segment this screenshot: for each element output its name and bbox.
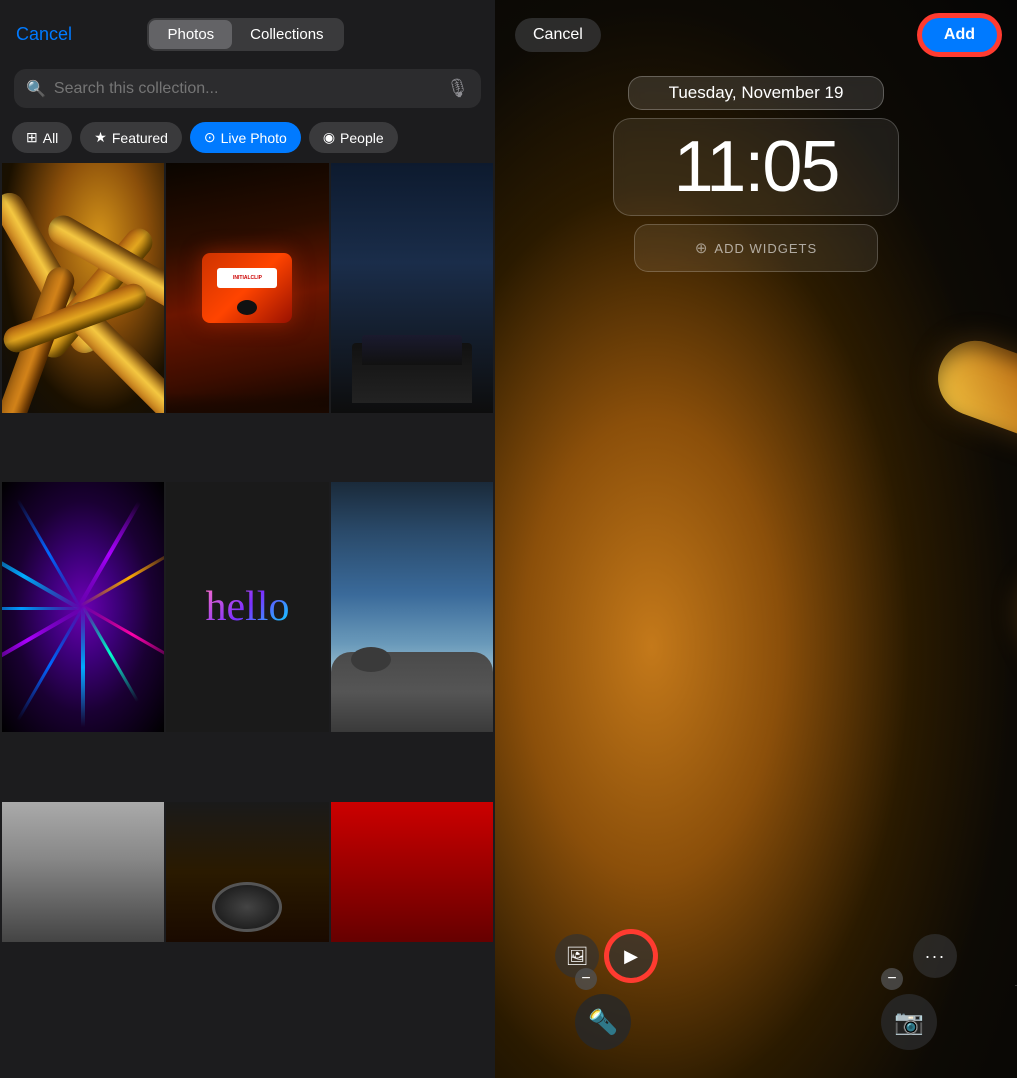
photo-grid: INITIALCLIP [0, 163, 495, 1078]
tab-segment-control: Photos Collections [147, 18, 343, 51]
play-icon: ▶ [624, 946, 638, 967]
photo-item-6[interactable] [331, 482, 493, 732]
photo-item-9[interactable] [331, 802, 493, 942]
filter-live-photo[interactable]: ⊙ Live Photo [190, 122, 301, 153]
picker-top-bar: Cancel Photos Collections [0, 0, 495, 61]
filter-bar: ⊞ All ★ Featured ⊙ Live Photo ◉ People [0, 116, 495, 163]
camera-button-wrap: − 📷 [881, 968, 937, 1050]
search-icon: 🔍 [26, 79, 46, 99]
photo-item-5[interactable]: hello [166, 482, 328, 732]
all-icon: ⊞ [26, 129, 38, 146]
photo-item-1[interactable] [2, 163, 164, 413]
photo-item-2[interactable]: INITIALCLIP [166, 163, 328, 413]
flashlight-button-wrap: − 🔦 [575, 968, 631, 1050]
widget-label: ADD WIDGETS [714, 241, 817, 256]
tab-collections[interactable]: Collections [232, 20, 341, 49]
photo-item-3[interactable] [331, 163, 493, 413]
filter-all-label: All [43, 130, 59, 146]
lockscreen-topbar: Cancel Add [495, 0, 1017, 62]
live-photo-icon: ⊙ [204, 129, 216, 146]
star-icon: ★ [94, 129, 107, 146]
add-button[interactable]: Add [922, 18, 997, 52]
filter-people-label: People [340, 130, 384, 146]
flashlight-icon: 🔦 [588, 1008, 618, 1037]
cancel-button-right[interactable]: Cancel [515, 18, 601, 52]
filter-featured-label: Featured [112, 130, 168, 146]
camera-icon: 📷 [894, 1008, 924, 1037]
filter-people[interactable]: ◉ People [309, 122, 398, 153]
search-bar: 🔍 🎙 [14, 69, 481, 108]
photo-item-7[interactable] [2, 802, 164, 942]
lockscreen-preview-panel: Cancel Add Tuesday, November 19 11:05 ⊕ … [495, 0, 1017, 1078]
photo-item-8[interactable] [166, 802, 328, 942]
lockscreen-overlay: Cancel Add Tuesday, November 19 11:05 ⊕ … [495, 0, 1017, 1078]
photo-item-4[interactable] [2, 482, 164, 732]
minus-badge-right[interactable]: − [881, 968, 903, 990]
widget-plus-icon: ⊕ [695, 239, 709, 257]
mic-icon[interactable]: 🎙 [446, 78, 469, 99]
minus-badge-left[interactable]: − [575, 968, 597, 990]
search-input[interactable] [54, 80, 438, 98]
tab-photos[interactable]: Photos [149, 20, 232, 49]
camera-button[interactable]: 📷 [881, 994, 937, 1050]
flashlight-button[interactable]: 🔦 [575, 994, 631, 1050]
filter-all[interactable]: ⊞ All [12, 122, 72, 153]
filter-featured[interactable]: ★ Featured [80, 122, 182, 153]
filter-live-photo-label: Live Photo [221, 130, 287, 146]
hello-text: hello [206, 583, 290, 631]
person-icon: ◉ [323, 129, 335, 146]
ellipsis-icon: ··· [925, 946, 946, 967]
date-display: Tuesday, November 19 [628, 76, 885, 110]
cancel-button-left[interactable]: Cancel [16, 24, 72, 45]
photos-picker-panel: Cancel Photos Collections 🔍 🎙 ⊞ All ★ Fe… [0, 0, 495, 1078]
utility-row: − 🔦 − 📷 [495, 968, 1017, 1050]
photos-icon: 🖼 [566, 946, 589, 967]
time-display: 11:05 [613, 118, 900, 216]
widget-area[interactable]: ⊕ ADD WIDGETS [634, 224, 878, 272]
